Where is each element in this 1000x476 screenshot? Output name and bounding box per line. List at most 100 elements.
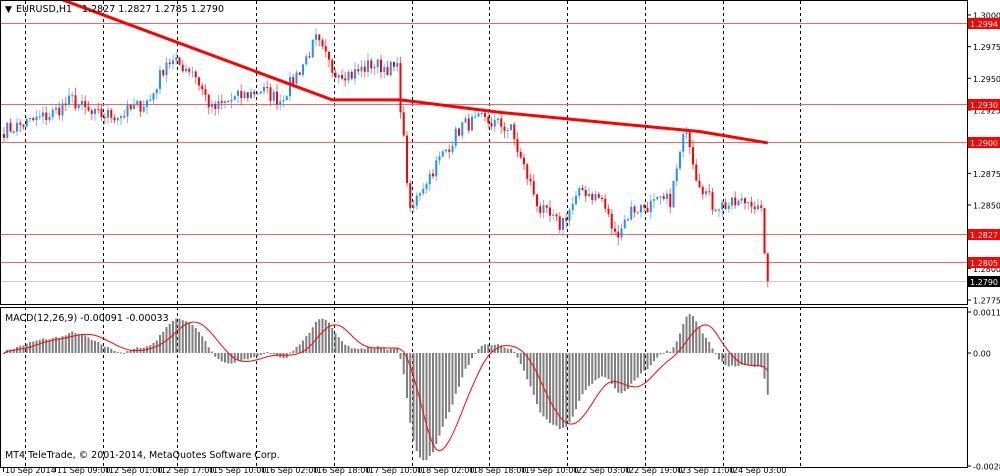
macd-bar [113,350,116,353]
macd-bar [204,340,207,353]
collapse-arrow-icon[interactable]: ▼ [5,5,12,15]
trend-line[interactable] [61,0,768,145]
bull-candle [464,118,467,123]
bear-candle [539,206,542,213]
bull-candle [480,113,483,115]
macd-bar [217,353,220,360]
bull-candle [6,122,9,138]
bull-candle [107,109,109,118]
time-label: 18 Sep 18:00 [473,466,526,475]
bear-candle [601,197,603,199]
macd-bar [32,341,35,353]
macd-bar [685,316,688,353]
bull-candle [185,68,187,72]
time-label: 17 Sep 10:00 [369,466,422,475]
macd-bar [705,337,707,353]
trading-chart[interactable]: 1.30001.29751.29501.29251.29001.28751.28… [0,0,1000,476]
time-label: 22 Sep 03:00 [577,466,630,475]
macd-bar [536,353,538,405]
bull-candle [376,59,379,67]
time-label: 23 Sep 11:00 [681,466,734,475]
macd-bar [383,348,386,353]
macd-tick-label: 0.00116 [973,309,1000,318]
bear-candle [246,92,249,99]
macd-bar [386,349,389,353]
bull-candle [757,205,759,210]
macd-bar [315,321,317,353]
bear-candle [84,101,87,108]
macd-bar [701,333,704,353]
bear-candle [227,101,230,103]
macd-bar [22,345,25,353]
macd-bar [575,353,577,410]
bear-candle [214,103,217,109]
bear-candle [744,198,746,204]
bull-candle [474,116,477,118]
bull-candle [373,66,376,69]
bull-candle [461,122,464,136]
bull-candle [737,200,740,206]
macd-bar [389,348,392,353]
macd-bar [68,333,70,353]
bear-candle [204,89,207,95]
price-level-label: 1.2900 [970,139,998,148]
price-level-label: 1.2805 [970,259,998,268]
macd-bar [175,318,178,353]
bull-candle [315,34,317,40]
bull-candle [263,86,265,92]
bear-candle [688,132,691,148]
bear-candle [513,124,516,140]
macd-bar [42,338,44,353]
bear-candle [467,118,470,131]
bull-candle [146,100,148,107]
bear-candle [711,192,714,210]
bear-candle [529,178,532,182]
macd-bar [627,353,629,390]
bear-candle [591,193,594,200]
bear-candle [168,62,171,65]
macd-bar [269,353,272,354]
time-label: 16 Sep 02:00 [265,466,318,475]
macd-bar [412,353,415,441]
bull-candle [94,108,96,114]
bear-candle [74,95,77,109]
price-tick-label: 1.2850 [973,202,1000,211]
price-axis: 1.30001.29751.29501.29251.29001.28751.28… [968,12,1000,472]
bear-candle [662,196,665,199]
macd-bar [344,344,347,353]
macd-bar [581,353,584,395]
macd-bar [253,353,256,358]
bull-candle [640,205,642,213]
bear-candle [318,34,321,41]
bear-candle [708,191,711,193]
macd-bar [503,347,506,353]
macd-bar [370,347,373,353]
macd-bar [610,353,613,385]
bear-candle [536,194,538,207]
macd-bar [272,353,275,354]
macd-bar [646,353,649,370]
bull-candle [272,91,275,101]
bear-candle [370,60,373,69]
macd-bar [185,321,187,353]
bear-candle [581,188,584,191]
macd-bar [510,348,512,353]
macd-bar [623,353,626,392]
horizontal-levels[interactable] [1,23,967,282]
macd-bar [263,353,265,354]
bull-candle [77,104,80,109]
bear-candle [669,193,672,208]
macd-bar [747,353,750,365]
bull-candle [136,100,139,105]
bull-candle [55,107,57,110]
bull-candle [441,151,444,157]
time-axis: 10 Sep 2014 11 Sep 09:0012 Sep 01:0012 Se… [3,466,786,475]
macd-bar [331,327,334,353]
bear-candle [178,57,181,65]
time-label: 12 Sep 17:00 [161,466,214,475]
time-label: 24 Sep 03:00 [733,466,786,475]
bear-candle [523,157,525,165]
bear-candle [139,100,142,112]
bull-candle [497,118,499,121]
macd-bar [571,353,574,417]
